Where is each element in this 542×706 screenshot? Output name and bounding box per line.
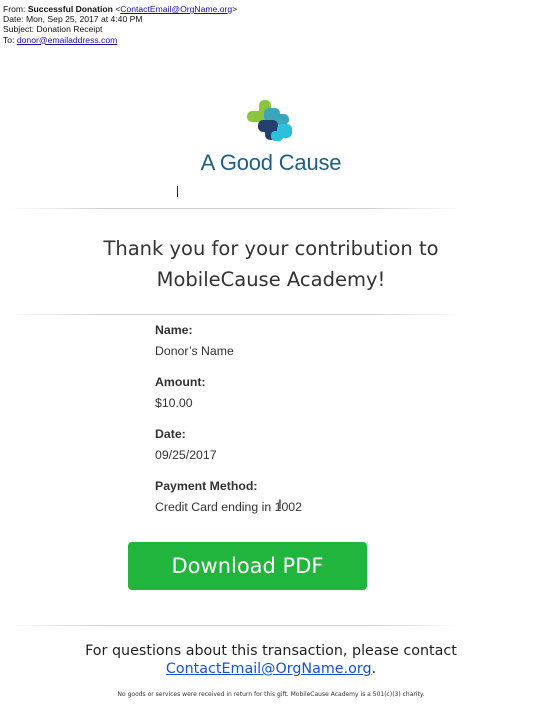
download-pdf-button[interactable]: Download PDF [128,542,367,590]
to-email-link[interactable]: donor@emailaddress.com [17,35,117,45]
subject-value: Donation Receipt [36,24,103,35]
from-email-link[interactable]: ContactEmail@OrgName.org [120,4,232,14]
to-line: To: donor@emailaddress.com [3,35,237,45]
org-name: A Good Cause [200,150,342,175]
date-line: Date: Mon, Sep 25, 2017 at 4:40 PM [3,14,237,24]
from-label: From: [3,4,26,14]
field-label: Name: [155,323,193,337]
field-value: $10.00 [155,396,193,410]
subject-label: Subject: [3,24,35,35]
questions-message: For questions about this transaction, pl… [0,642,542,678]
to-label: To: [3,34,15,45]
contact-email-link[interactable]: ContactEmail@OrgName.org [166,661,372,677]
field-name: Name: Donor’s Name [155,322,455,360]
thanks-line-1: Thank you for your contribution to [103,237,439,260]
divider-middle [8,314,463,315]
questions-text: For questions about this transaction, pl… [85,643,457,659]
field-label: Date: [155,427,186,441]
receipt-details: Name: Donor’s Name Amount: $10.00 Date: … [155,322,455,530]
subject-line: Subject: Donation Receipt [3,24,237,34]
questions-period: . [371,661,377,677]
thanks-line-2: MobileCause Academy! [156,268,386,291]
field-label: Payment Method: [155,479,258,493]
field-payment-method: Payment Method: Credit Card ending in 10… [155,478,455,516]
divider-top [8,208,463,209]
date-label: Date: [3,14,24,25]
email-header: From: Successful Donation <ContactEmail@… [3,4,237,45]
text-cursor [177,186,178,197]
org-logo-icon [247,100,292,141]
from-line: From: Successful Donation <ContactEmail@… [3,4,237,14]
field-label: Amount: [155,375,206,389]
divider-bottom [8,625,463,626]
field-amount: Amount: $10.00 [155,374,455,412]
field-date: Date: 09/25/2017 [155,426,455,464]
field-value: Donor’s Name [155,344,234,358]
thank-you-message: Thank you for your contribution to Mobil… [0,233,542,295]
field-value: Credit Card ending in 1002 [155,500,302,514]
from-bracket-close: > [232,4,238,14]
field-value: 09/25/2017 [155,448,217,462]
fine-print: No goods or services were received in re… [117,691,425,698]
ibeam-cursor-icon: I [278,496,282,512]
from-name: Successful Donation [27,4,113,14]
date-value: Mon, Sep 25, 2017 at 4:40 PM [25,14,143,25]
